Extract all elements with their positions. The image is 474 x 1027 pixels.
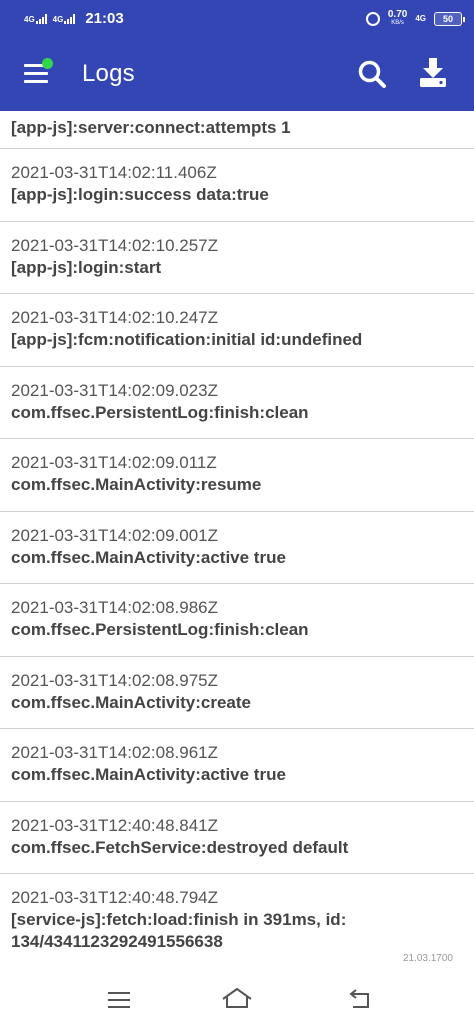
status-left: 4G 4G 21:03 [24, 10, 124, 27]
signal-indicator-2: 4G [52, 13, 76, 24]
log-message: com.ffsec.PersistentLog:finish:clean [11, 402, 309, 422]
page-title: Logs [82, 60, 135, 87]
clock: 21:03 [85, 10, 124, 27]
log-message: com.ffsec.MainActivity:active true [11, 765, 286, 784]
log-timestamp: 2021-03-31T14:02:09.023Z [11, 380, 218, 400]
back-icon[interactable] [348, 988, 374, 1010]
log-timestamp: 2021-03-31T12:40:48.794Z [11, 888, 218, 907]
signal-bars-icon [35, 13, 47, 24]
log-entry[interactable]: 2021-03-31T14:02:10.247Z [app-js]:fcm:no… [0, 294, 474, 367]
version-label: 21.03.1700 [402, 953, 453, 964]
log-message: [app-js]:server:connect:attempts 1 [11, 118, 291, 137]
log-entry[interactable]: [app-js]:server:connect:attempts 1 [0, 111, 474, 149]
speed-unit: KB/s [391, 19, 404, 26]
log-timestamp: 2021-03-31T14:02:08.975Z [11, 670, 218, 690]
speed-value: 0.70 [387, 8, 408, 20]
log-timestamp: 2021-03-31T12:40:48.841Z [11, 815, 218, 835]
log-entry[interactable]: 2021-03-31T14:02:08.961Z com.ffsec.MainA… [0, 729, 474, 802]
log-message: [app-js]:fcm:notification:initial id:und… [11, 330, 363, 349]
search-button[interactable] [357, 59, 387, 89]
log-list[interactable]: [app-js]:server:connect:attempts 1 2021-… [0, 111, 474, 967]
network-type-label: 4G [52, 14, 64, 24]
log-entry[interactable]: 2021-03-31T14:02:09.001Z com.ffsec.MainA… [0, 512, 474, 584]
log-message: com.ffsec.MainActivity:active true [11, 547, 286, 567]
signal-indicator-1: 4G [24, 13, 47, 24]
log-message: [app-js]:login:success data:true [11, 185, 269, 204]
log-timestamp: 2021-03-31T14:02:08.986Z [11, 598, 218, 617]
search-icon [358, 60, 386, 88]
log-entry[interactable]: 2021-03-31T14:02:10.257Z [app-js]:login:… [0, 222, 474, 294]
log-message: com.ffsec.PersistentLog:finish:clean [11, 620, 309, 639]
battery-level: 50 [442, 13, 453, 24]
signal-bars-icon [64, 13, 76, 24]
log-message: com.ffsec.MainActivity:resume [11, 475, 262, 494]
recent-apps-icon[interactable] [108, 992, 130, 1008]
app-bar: Logs [0, 37, 474, 111]
log-timestamp: 2021-03-31T14:02:08.961Z [11, 743, 218, 762]
log-entry[interactable]: 2021-03-31T14:02:11.406Z [app-js]:login:… [0, 149, 474, 222]
home-icon[interactable] [221, 987, 253, 1009]
status-bar: 4G 4G 21:03 0.70 KB/s 4G 50 [0, 0, 474, 37]
log-entry[interactable]: 2021-03-31T14:02:08.986Z com.ffsec.Persi… [0, 584, 474, 657]
signal-indicator-3: 4G [415, 13, 426, 23]
log-timestamp: 2021-03-31T14:02:11.406Z [11, 163, 217, 182]
log-message: [service-js]:fetch:load:finish in 391ms,… [11, 910, 347, 951]
log-timestamp: 2021-03-31T14:02:10.247Z [11, 308, 218, 327]
log-message: com.ffsec.MainActivity:create [11, 692, 251, 712]
network-speed: 0.70 KB/s [387, 8, 408, 28]
notification-dot-icon [42, 58, 53, 69]
network-type-label: 4G [24, 14, 35, 24]
log-entry[interactable]: 2021-03-31T14:02:08.975Z com.ffsec.MainA… [0, 657, 474, 729]
download-icon [420, 58, 446, 87]
log-timestamp: 2021-03-31T14:02:10.257Z [11, 235, 218, 255]
download-button[interactable] [418, 57, 448, 89]
menu-button[interactable] [24, 58, 53, 84]
network-type-label: 4G [415, 13, 426, 23]
log-timestamp: 2021-03-31T14:02:09.011Z [11, 453, 217, 472]
log-message: com.ffsec.FetchService:destroyed default [11, 837, 349, 857]
log-entry[interactable]: 2021-03-31T14:02:09.023Z com.ffsec.Persi… [0, 367, 474, 439]
system-nav-bar [0, 967, 474, 1027]
log-entry[interactable]: 2021-03-31T14:02:09.011Z com.ffsec.MainA… [0, 439, 474, 512]
battery-icon: 50 [434, 11, 465, 26]
status-right: 0.70 KB/s 4G 50 [365, 8, 465, 28]
log-entry[interactable]: 2021-03-31T12:40:48.841Z com.ffsec.Fetch… [0, 802, 474, 874]
log-message: [app-js]:login:start [11, 257, 162, 277]
alarm-icon [365, 11, 380, 26]
log-timestamp: 2021-03-31T14:02:09.001Z [11, 525, 218, 545]
